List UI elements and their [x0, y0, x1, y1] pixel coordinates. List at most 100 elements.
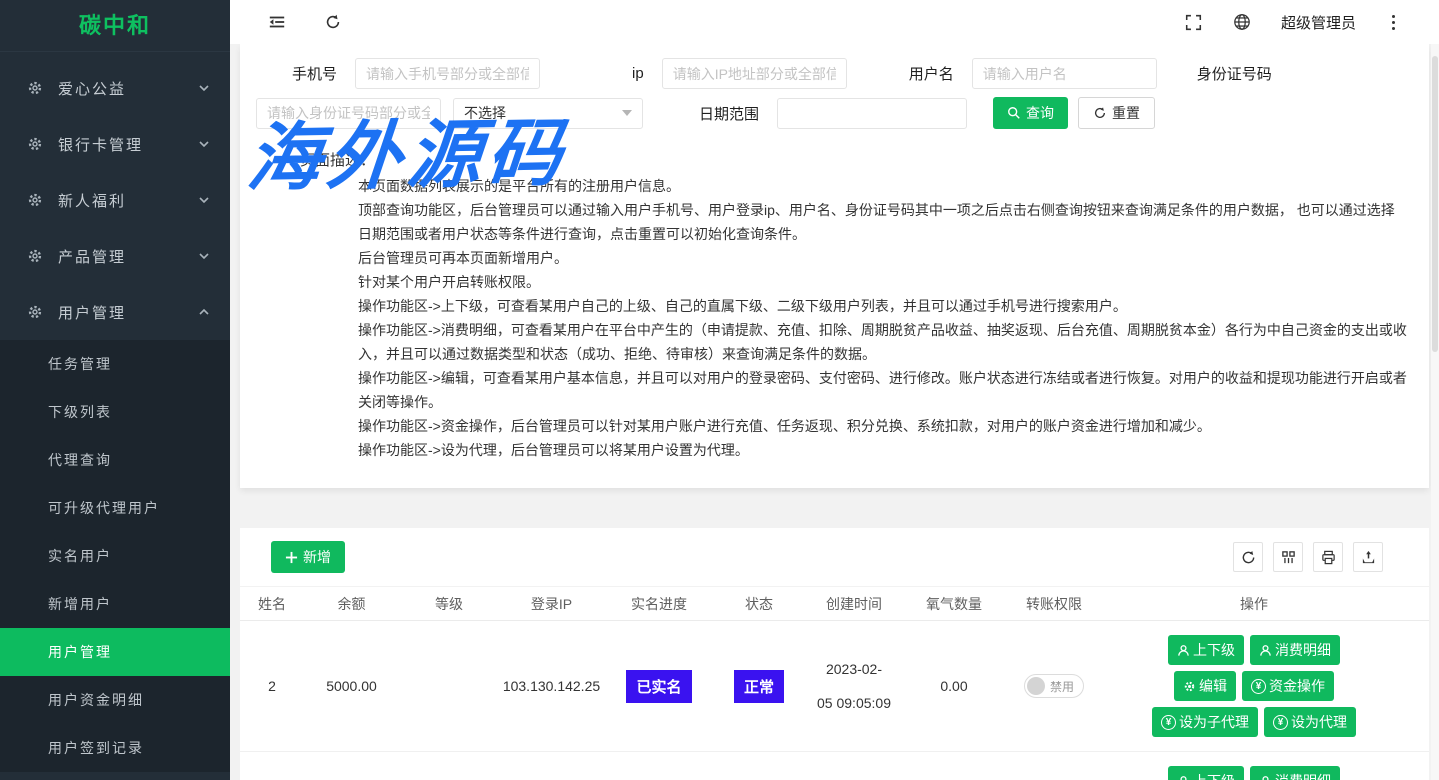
consumption-detail-button[interactable]: 消费明细 — [1250, 635, 1340, 665]
person-icon — [1259, 775, 1272, 780]
collapse-sidebar-icon[interactable] — [268, 13, 286, 31]
updown-level-button[interactable]: 上下级 — [1168, 766, 1244, 780]
date-range-input[interactable] — [777, 98, 967, 129]
table-export-icon[interactable] — [1353, 542, 1383, 572]
table-columns-filter-icon[interactable] — [1273, 542, 1303, 572]
topbar: 超级管理员 — [230, 0, 1439, 44]
reset-icon — [1093, 106, 1107, 120]
sidebar-item-user-signin-records[interactable]: 用户签到记录 — [0, 724, 230, 772]
ip-label: ip — [632, 65, 644, 82]
sidebar-item-label: 爱心公益 — [58, 78, 126, 99]
description-line: 操作功能区->编辑，可查看某用户基本信息，并且可以对用户的登录密码、支付密码、进… — [358, 366, 1408, 414]
sidebar-item-product-mgmt[interactable]: 产品管理 — [0, 228, 230, 284]
col-header-realname-progress: 实名进度 — [604, 594, 714, 614]
table-header-row: 姓名 余额 等级 登录IP 实名进度 状态 创建时间 氧气数量 转账权限 操作 — [240, 587, 1429, 621]
reset-button-label: 重置 — [1112, 103, 1140, 123]
chevron-down-icon — [198, 82, 210, 94]
fullscreen-icon[interactable] — [1185, 13, 1203, 31]
updown-level-button[interactable]: 上下级 — [1168, 635, 1244, 665]
status-select[interactable]: 不选择 — [453, 98, 643, 129]
person-icon — [1259, 644, 1272, 657]
cell-balance: 5000.00 — [304, 678, 399, 694]
table-toolbar: 新增 — [240, 528, 1429, 587]
phone-label: 手机号 — [292, 63, 337, 84]
sidebar-item-newcomer-benefit[interactable]: 新人福利 — [0, 172, 230, 228]
sidebar-item-new-users[interactable]: 新增用户 — [0, 580, 230, 628]
action-label: 编辑 — [1199, 676, 1227, 696]
description-line: 操作功能区->设为代理，后台管理员可以将某用户设置为代理。 — [358, 438, 1408, 462]
page-description-title: 页面描述： — [300, 149, 1413, 170]
gear-icon — [26, 303, 44, 321]
idcard-input[interactable] — [256, 98, 441, 129]
funds-operation-button[interactable]: ¥ 资金操作 — [1242, 671, 1334, 701]
page-description: 页面描述： 本页面数据列表展示的是平台所有的注册用户信息。 顶部查询功能区，后台… — [256, 149, 1413, 462]
add-user-button-label: 新增 — [303, 547, 331, 567]
sidebar-item-upgradable-agent-users[interactable]: 可升级代理用户 — [0, 484, 230, 532]
idcard-label: 身份证号码 — [1197, 63, 1272, 84]
cell-created-time: 2023-02- 05 09:05:09 — [804, 652, 904, 720]
sidebar-item-label: 银行卡管理 — [58, 134, 143, 155]
action-label: 设为子代理 — [1179, 712, 1249, 732]
main-area: 超级管理员 海外源码 手机号 ip 用户名 身份证号码 不选择 — [230, 0, 1439, 780]
cell-name: 2 — [240, 678, 304, 694]
col-header-level: 等级 — [399, 594, 499, 614]
sidebar-item-bank-card[interactable]: 银行卡管理 — [0, 116, 230, 172]
gear-icon — [26, 247, 44, 265]
app-logo: 碳中和 — [0, 0, 230, 52]
language-globe-icon[interactable] — [1233, 13, 1251, 31]
refresh-page-icon[interactable] — [324, 13, 342, 31]
user-table-card: 新增 姓名 — [240, 528, 1429, 780]
page-scrollbar-thumb[interactable] — [1432, 56, 1438, 352]
sidebar-item-agent-query[interactable]: 代理查询 — [0, 436, 230, 484]
chevron-down-icon — [198, 194, 210, 206]
select-caret-icon — [622, 110, 632, 116]
description-line: 操作功能区->资金操作，后台管理员可以针对某用户账户进行充值、任务返现、积分兑换… — [358, 414, 1408, 438]
description-line: 本页面数据列表展示的是平台所有的注册用户信息。 — [358, 174, 1408, 198]
admin-username[interactable]: 超级管理员 — [1281, 12, 1356, 33]
sidebar-item-user-mgmt[interactable]: 用户管理 — [0, 284, 230, 340]
sidebar-item-task-mgmt[interactable]: 任务管理 — [0, 340, 230, 388]
col-header-oxygen: 氧气数量 — [904, 594, 1004, 614]
query-button[interactable]: 查询 — [993, 97, 1068, 129]
person-icon — [1177, 644, 1190, 657]
username-input[interactable] — [972, 58, 1157, 89]
edit-button[interactable]: 编辑 — [1174, 671, 1236, 701]
table-refresh-icon[interactable] — [1233, 542, 1263, 572]
page-scrollbar[interactable] — [1431, 44, 1439, 780]
action-label: 资金操作 — [1269, 676, 1325, 696]
col-header-status: 状态 — [714, 594, 804, 614]
col-header-actions: 操作 — [1104, 594, 1404, 614]
action-label: 上下级 — [1193, 771, 1235, 780]
transfer-permission-toggle[interactable]: 禁用 — [1024, 674, 1084, 698]
cell-login-ip: 103.130.142.25 — [499, 678, 604, 694]
col-header-name: 姓名 — [240, 594, 304, 614]
sidebar-item-love-charity[interactable]: 爱心公益 — [0, 60, 230, 116]
add-user-button[interactable]: 新增 — [271, 541, 345, 573]
table-print-icon[interactable] — [1313, 542, 1343, 572]
chevron-down-icon — [198, 250, 210, 262]
sidebar-item-user-funds-detail[interactable]: 用户资金明细 — [0, 676, 230, 724]
gear-icon — [26, 79, 44, 97]
set-agent-button[interactable]: ¥ 设为代理 — [1264, 707, 1356, 737]
sidebar-item-user-management-active[interactable]: 用户管理 — [0, 628, 230, 676]
date-range-label: 日期范围 — [699, 103, 759, 124]
row-actions: 上下级 消费明细 编辑 — [1152, 621, 1356, 751]
sidebar-item-subordinate-list[interactable]: 下级列表 — [0, 388, 230, 436]
more-menu-icon[interactable] — [1386, 13, 1401, 32]
col-header-transfer-permission: 转账权限 — [1004, 594, 1104, 614]
set-sub-agent-button[interactable]: ¥ 设为子代理 — [1152, 707, 1258, 737]
phone-input[interactable] — [355, 58, 540, 89]
reset-button[interactable]: 重置 — [1078, 97, 1155, 129]
chevron-up-icon — [198, 306, 210, 318]
table-row: 张 0.00 111.10.121.52 审核中 正常 2023-02- 0.0… — [240, 752, 1429, 780]
action-label: 上下级 — [1193, 640, 1235, 660]
yen-icon: ¥ — [1161, 715, 1176, 730]
description-line: 针对某个用户开启转账权限。 — [358, 270, 1408, 294]
status-select-value: 不选择 — [464, 103, 506, 123]
sidebar-item-verified-users[interactable]: 实名用户 — [0, 532, 230, 580]
consumption-detail-button[interactable]: 消费明细 — [1250, 766, 1340, 780]
ip-input[interactable] — [662, 58, 847, 89]
query-button-label: 查询 — [1026, 103, 1054, 123]
yen-icon: ¥ — [1251, 679, 1266, 694]
action-label: 消费明细 — [1275, 640, 1331, 660]
